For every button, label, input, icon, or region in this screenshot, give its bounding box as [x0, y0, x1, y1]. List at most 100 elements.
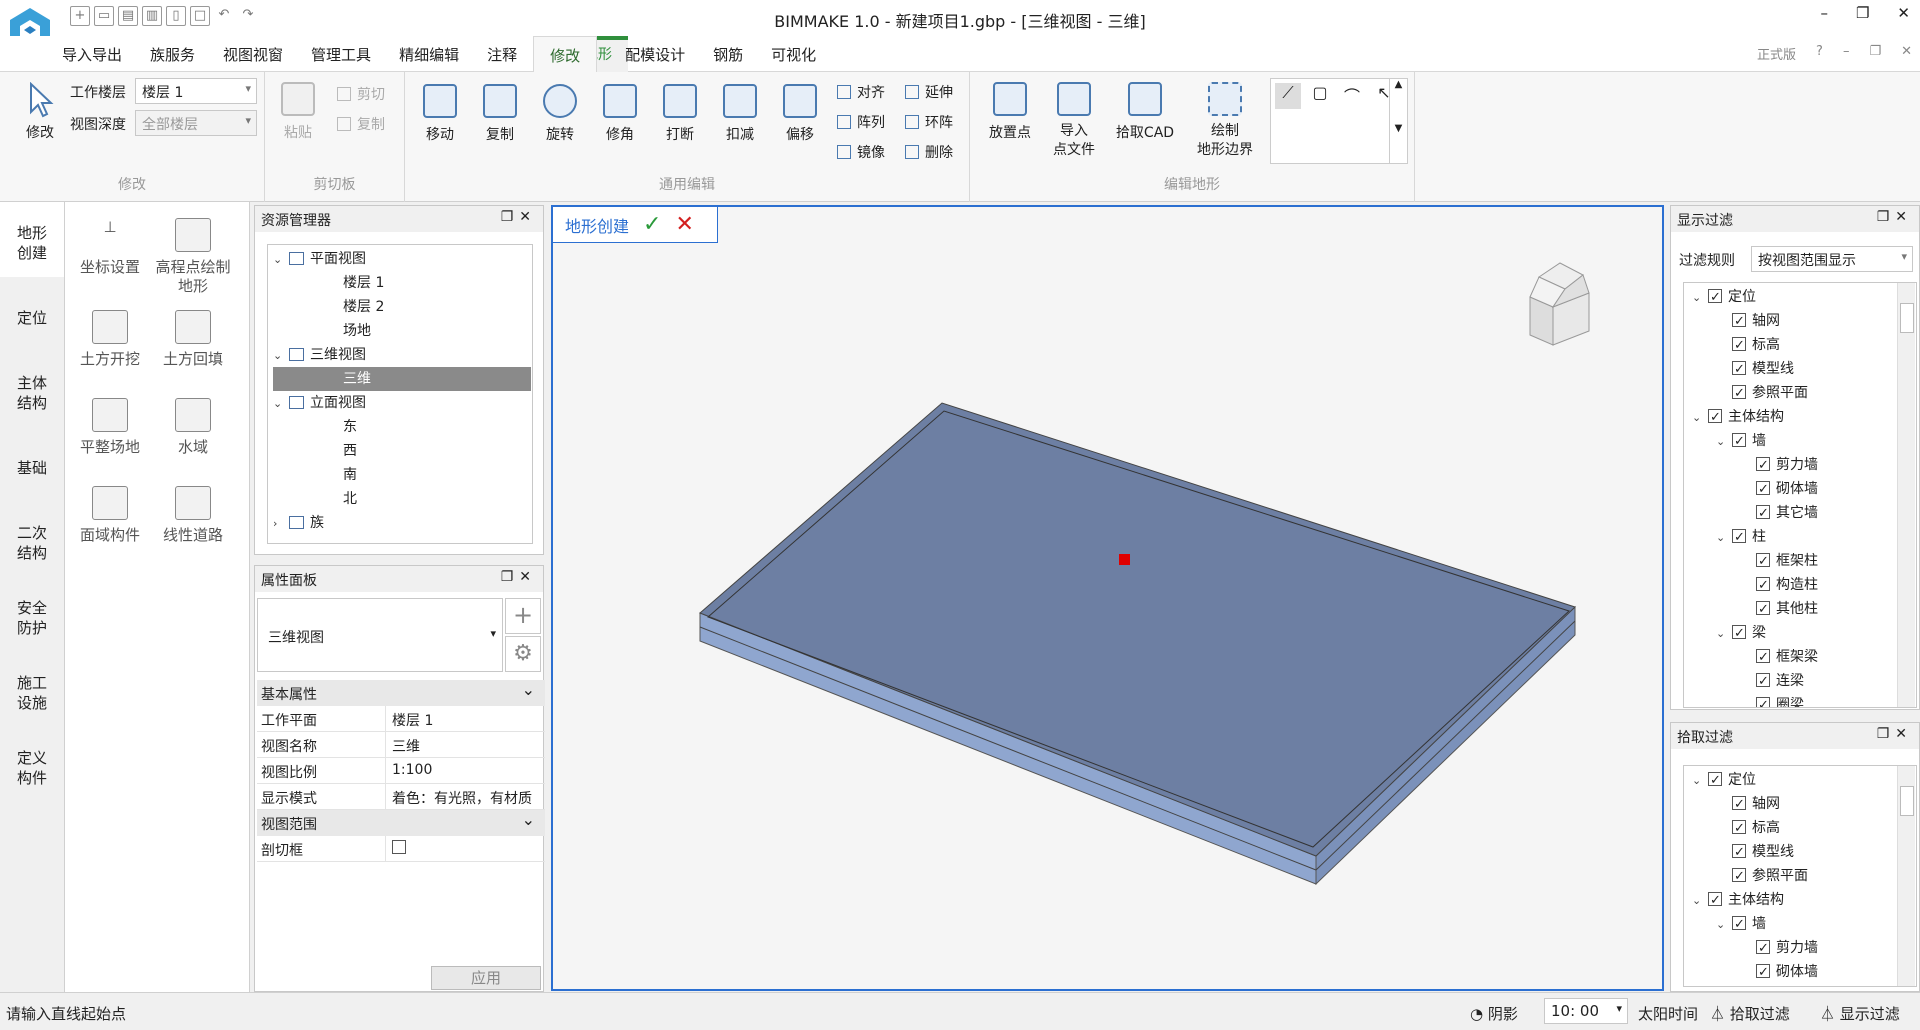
- ribbon-restore-icon[interactable]: ❐: [1869, 44, 1881, 63]
- filter-rule-select[interactable]: 按视图范围显示: [1751, 246, 1913, 272]
- tree-item[interactable]: 剪力墙: [1688, 453, 1894, 478]
- ring-array-button[interactable]: 环阵: [905, 112, 953, 132]
- tree-item[interactable]: 其他柱: [1688, 597, 1894, 622]
- pick-filter-scrollbar[interactable]: [1897, 766, 1915, 986]
- checkbox[interactable]: [1708, 406, 1722, 430]
- pick-cad-button[interactable]: 拾取CAD: [1110, 82, 1180, 142]
- menu-manage-tools[interactable]: 管理工具: [311, 44, 371, 72]
- chevron-down-icon[interactable]: ⌄: [1716, 622, 1732, 646]
- tree-item[interactable]: 框架柱: [1688, 549, 1894, 574]
- tree-item[interactable]: 场地: [273, 319, 531, 343]
- checkbox[interactable]: [1756, 550, 1770, 574]
- gallery-scroll[interactable]: ▲ ▼: [1389, 79, 1407, 163]
- area-component-button[interactable]: 面域构件: [65, 486, 155, 545]
- checkbox[interactable]: [1756, 670, 1770, 694]
- tree-item[interactable]: ⌄ 定位: [1688, 768, 1894, 793]
- menu-annotate[interactable]: 注释: [487, 44, 517, 72]
- menu-modify[interactable]: 修改: [533, 36, 598, 72]
- checkbox[interactable]: [1732, 430, 1746, 454]
- rectangle-tool-icon[interactable]: ▢: [1307, 83, 1333, 109]
- elevation-terrain-button[interactable]: 高程点绘制地形: [151, 218, 235, 296]
- view-cube[interactable]: [1529, 262, 1590, 346]
- checkbox[interactable]: [1756, 574, 1770, 598]
- mirror-button[interactable]: 镜像: [837, 142, 885, 162]
- apply-button[interactable]: 应用: [431, 966, 541, 990]
- shadow-toggle[interactable]: ◔ 阴影: [1470, 1003, 1518, 1024]
- menu-family-service[interactable]: 族服务: [150, 44, 195, 72]
- type-selector[interactable]: 三维视图 ▾: [257, 598, 503, 672]
- checkbox[interactable]: [1756, 694, 1770, 707]
- chevron-down-icon[interactable]: ⌄: [1716, 913, 1732, 937]
- status-pick-filter[interactable]: ⏃ 拾取过滤: [1710, 1003, 1790, 1024]
- restore-icon[interactable]: ❐: [1856, 4, 1869, 22]
- tree-item[interactable]: ⌄ 定位: [1688, 285, 1894, 310]
- minimize-icon[interactable]: –: [1820, 4, 1828, 22]
- deduct-button[interactable]: 扣减: [715, 84, 765, 144]
- tree-item[interactable]: ⌄ 主体结构: [1688, 405, 1894, 430]
- line-tool-icon[interactable]: ⟋: [1275, 83, 1301, 109]
- tab-terrain[interactable]: 地形创建: [0, 202, 64, 277]
- tree-item[interactable]: ⌄ 平面视图: [273, 247, 531, 271]
- checkbox[interactable]: [1732, 358, 1746, 382]
- ribbon-close-icon[interactable]: ✕: [1901, 44, 1912, 63]
- tree-item[interactable]: 模型线: [1688, 357, 1894, 382]
- tree-item[interactable]: 连梁: [1688, 669, 1894, 694]
- section-view-range[interactable]: 视图范围: [257, 810, 545, 836]
- tab-facilities[interactable]: 施工设施: [0, 652, 64, 727]
- menu-visualize[interactable]: 可视化: [771, 44, 816, 72]
- tree-item[interactable]: ⌄ 三维视图: [273, 343, 531, 367]
- checkbox[interactable]: [1732, 841, 1746, 865]
- menu-import-export[interactable]: 导入导出: [62, 44, 122, 72]
- menu-rebar[interactable]: 钢筋: [713, 44, 743, 72]
- tree-item[interactable]: 北: [273, 487, 531, 511]
- tree-item[interactable]: 楼层 2: [273, 295, 531, 319]
- checkbox[interactable]: [1756, 502, 1770, 526]
- checkbox[interactable]: [1708, 769, 1722, 793]
- checkbox[interactable]: [1732, 526, 1746, 550]
- tree-item[interactable]: ⌄柱: [1688, 525, 1894, 550]
- work-level-select[interactable]: 楼层 1: [135, 78, 257, 104]
- panel-controls[interactable]: ❐✕: [1877, 209, 1913, 225]
- checkbox[interactable]: [1732, 310, 1746, 334]
- tree-item[interactable]: 南: [273, 463, 531, 487]
- tree-item[interactable]: 轴网: [1688, 792, 1894, 817]
- rotate-button[interactable]: 旋转: [535, 84, 585, 144]
- tree-item[interactable]: ⌄ 主体结构: [1688, 888, 1894, 913]
- copy-button[interactable]: 复制: [475, 84, 525, 144]
- tab-safety[interactable]: 安全防护: [0, 577, 64, 652]
- checkbox[interactable]: [1756, 478, 1770, 502]
- tab-foundation[interactable]: 基础: [0, 427, 64, 502]
- panel-controls[interactable]: ❐✕: [501, 209, 537, 225]
- extend-button[interactable]: 延伸: [905, 82, 953, 102]
- tree-item[interactable]: 西: [273, 439, 531, 463]
- checkbox[interactable]: [1756, 937, 1770, 961]
- tab-positioning[interactable]: 定位: [0, 277, 64, 352]
- tree-item[interactable]: 其它墙: [1688, 501, 1894, 526]
- panel-controls[interactable]: ❐✕: [1877, 726, 1913, 742]
- help-icon[interactable]: ?: [1816, 44, 1823, 63]
- menu-fine-edit[interactable]: 精细编辑: [399, 44, 459, 72]
- tree-item[interactable]: 东: [273, 415, 531, 439]
- chevron-down-icon[interactable]: ⌄: [1716, 526, 1732, 550]
- tree-item[interactable]: ⌄墙: [1688, 912, 1894, 937]
- checkbox[interactable]: [1732, 913, 1746, 937]
- delete-button[interactable]: 删除: [905, 142, 953, 162]
- menu-view-window[interactable]: 视图视窗: [223, 44, 283, 72]
- chevron-down-icon[interactable]: ⌄: [273, 392, 289, 416]
- water-area-button[interactable]: 水域: [151, 398, 235, 457]
- display-filter-scrollbar[interactable]: [1897, 283, 1915, 707]
- tree-item[interactable]: 楼层 1: [273, 271, 531, 295]
- place-point-button[interactable]: 放置点: [982, 82, 1038, 142]
- ribbon-minimize-icon[interactable]: –: [1843, 44, 1850, 63]
- level-site-button[interactable]: 平整场地: [65, 398, 155, 457]
- array-button[interactable]: 阵列: [837, 112, 885, 132]
- move-button[interactable]: 移动: [415, 84, 465, 144]
- checkbox[interactable]: [1756, 454, 1770, 478]
- time-select[interactable]: 10: 00: [1544, 998, 1628, 1024]
- chevron-down-icon[interactable]: ⌄: [1692, 889, 1708, 913]
- checkbox[interactable]: [1732, 622, 1746, 646]
- modify-button[interactable]: 修改: [20, 81, 60, 142]
- chevron-down-icon[interactable]: ⌄: [1692, 406, 1708, 430]
- close-icon[interactable]: ✕: [1897, 4, 1910, 22]
- checkbox[interactable]: [1708, 889, 1722, 913]
